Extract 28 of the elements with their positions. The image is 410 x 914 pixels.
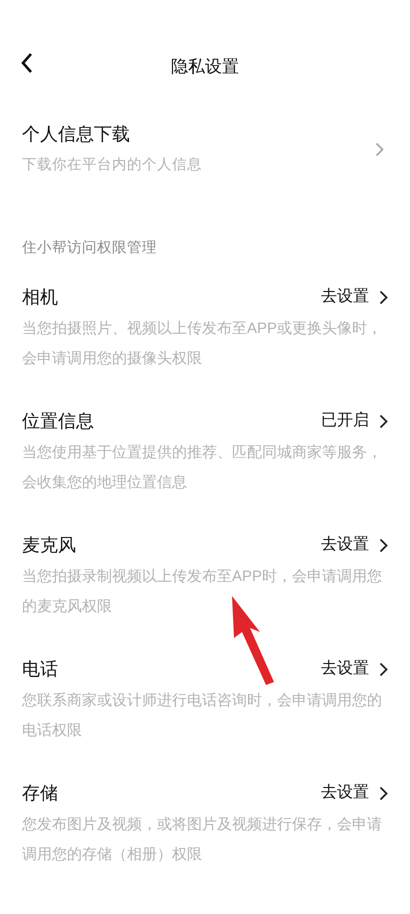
download-row[interactable]: 个人信息下载 下载你在平台内的个人信息 — [0, 102, 410, 180]
permission-status-link[interactable]: 去设置 — [321, 533, 388, 557]
chevron-icon — [379, 538, 388, 552]
permission-name: 电话 — [22, 658, 58, 681]
permission-status-link[interactable]: 去设置 — [321, 781, 388, 805]
section-title: 住小帮访问权限管理 — [22, 240, 157, 256]
chevron-icon — [379, 786, 388, 800]
permission-status-link[interactable]: 去设置 — [321, 285, 388, 309]
permission-status-link[interactable]: 已开启 — [321, 409, 388, 433]
permission-name: 麦克风 — [22, 534, 76, 557]
row-description: 下载你在平台内的个人信息 — [22, 156, 202, 175]
permission-description: 您联系商家或设计师进行电话咨询时，会申请调用您的电话权限 — [22, 691, 383, 741]
permission-name: 相机 — [22, 286, 58, 309]
chevron-icon — [379, 290, 388, 304]
permission-name: 存储 — [22, 782, 58, 805]
permission-name: 位置信息 — [22, 410, 94, 433]
page-title: 隐私设置 — [171, 56, 239, 78]
permission-description: 您发布图片及视频，或将图片及视频进行保存，会申请调用您的存储（相册）权限 — [22, 815, 383, 865]
chevron-icon — [375, 142, 384, 156]
chevron-icon — [379, 662, 388, 676]
permission-description: 当您拍摄录制视频以上传发布至APP时，会申请调用您的麦克风权限 — [22, 567, 384, 617]
back-button[interactable] — [20, 52, 34, 74]
chevron-icon — [379, 414, 388, 428]
permission-description: 当您使用基于位置提供的推荐、匹配同城商家等服务，会收集您的地理位置信息 — [22, 443, 383, 493]
row-title: 个人信息下载 — [22, 123, 131, 146]
permission-status-link[interactable]: 去设置 — [321, 657, 388, 681]
back-icon — [20, 52, 34, 74]
permission-description: 当您拍摄照片、视频以上传发布至APP或更换头像时，会申请调用您的摄像头权限 — [22, 319, 384, 369]
